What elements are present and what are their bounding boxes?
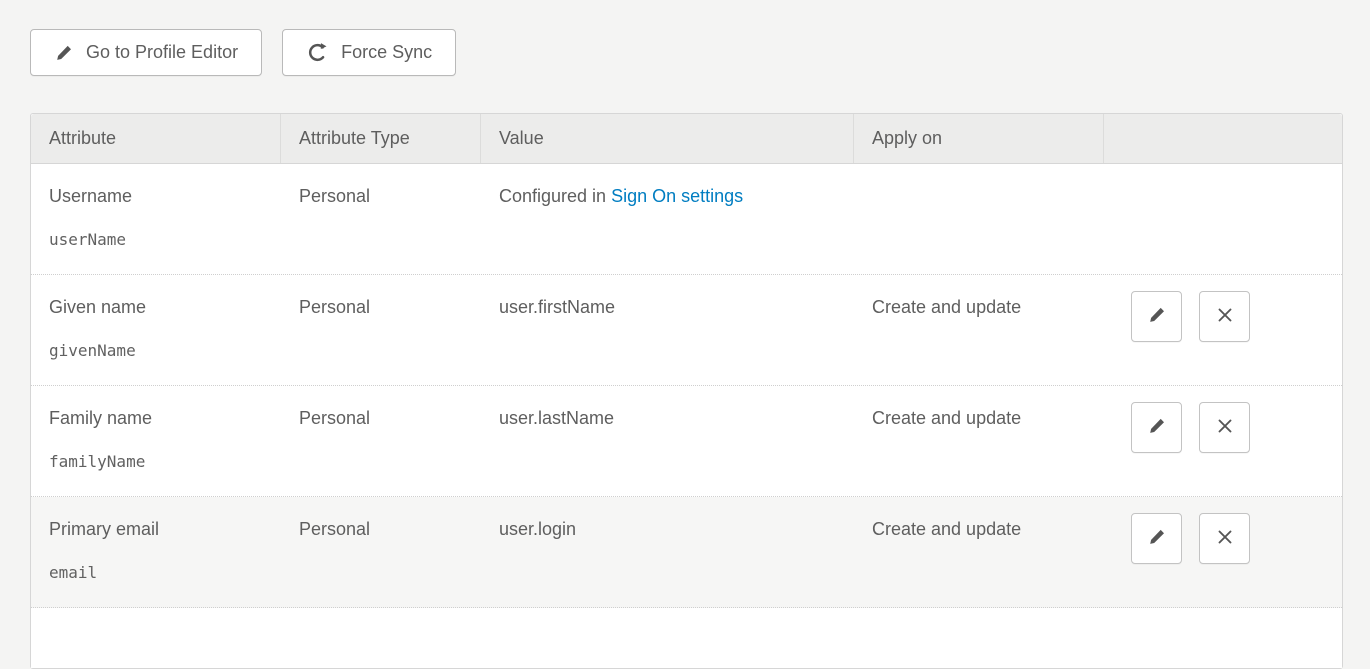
attribute-type-cell: Personal [281, 164, 481, 274]
attribute-variable-name: familyName [49, 452, 271, 471]
column-header-value: Value [481, 114, 854, 163]
pencil-icon [1147, 305, 1167, 328]
attribute-variable-name: givenName [49, 341, 271, 360]
edit-attribute-button[interactable] [1131, 402, 1182, 453]
force-sync-button[interactable]: Force Sync [282, 29, 456, 76]
attribute-cell: Family name familyName [31, 386, 281, 496]
attribute-type-cell: Personal [281, 386, 481, 496]
sign-on-settings-link[interactable]: Sign On settings [611, 186, 743, 206]
attribute-variable-name: userName [49, 230, 271, 249]
table-row-username: Username userName Personal Configured in… [31, 164, 1342, 275]
attribute-label: Given name [49, 297, 271, 318]
value-prefix-text: Configured in [499, 186, 611, 206]
delete-attribute-button[interactable] [1199, 291, 1250, 342]
edit-attribute-button[interactable] [1131, 513, 1182, 564]
toolbar: Go to Profile Editor Force Sync [30, 29, 456, 76]
attribute-label: Primary email [49, 519, 271, 540]
column-header-attribute: Attribute [31, 114, 281, 163]
column-header-actions [1104, 114, 1342, 163]
delete-attribute-button[interactable] [1199, 513, 1250, 564]
attribute-cell: Primary email email [31, 497, 281, 607]
pencil-icon [1147, 527, 1167, 550]
close-icon [1215, 305, 1235, 328]
value-cell: Configured in Sign On settings [481, 164, 854, 274]
column-header-attribute-type: Attribute Type [281, 114, 481, 163]
pencil-icon [54, 43, 74, 63]
attribute-type-cell: Personal [281, 497, 481, 607]
refresh-icon [306, 41, 329, 64]
value-cell: user.firstName [481, 275, 854, 385]
attribute-cell: Given name givenName [31, 275, 281, 385]
attribute-type-cell: Personal [281, 275, 481, 385]
apply-on-cell: Create and update [854, 275, 1104, 385]
apply-on-cell [854, 164, 1104, 274]
value-cell: user.lastName [481, 386, 854, 496]
force-sync-label: Force Sync [341, 42, 432, 63]
column-header-apply-on: Apply on [854, 114, 1104, 163]
actions-cell [1104, 164, 1342, 274]
actions-cell [1104, 275, 1342, 385]
actions-cell [1104, 497, 1342, 607]
table-row-primary-email: Primary email email Personal user.login … [31, 497, 1342, 608]
table-row-given-name: Given name givenName Personal user.first… [31, 275, 1342, 386]
actions-cell [1104, 386, 1342, 496]
attribute-label: Username [49, 186, 271, 207]
pencil-icon [1147, 416, 1167, 439]
table-row-family-name: Family name familyName Personal user.las… [31, 386, 1342, 497]
go-to-profile-editor-label: Go to Profile Editor [86, 42, 238, 63]
attribute-variable-name: email [49, 563, 271, 582]
attribute-mapping-table: Attribute Attribute Type Value Apply on … [30, 113, 1343, 669]
edit-attribute-button[interactable] [1131, 291, 1182, 342]
close-icon [1215, 527, 1235, 550]
apply-on-cell: Create and update [854, 386, 1104, 496]
attribute-cell: Username userName [31, 164, 281, 274]
value-cell: user.login [481, 497, 854, 607]
apply-on-cell: Create and update [854, 497, 1104, 607]
close-icon [1215, 416, 1235, 439]
attribute-label: Family name [49, 408, 271, 429]
go-to-profile-editor-button[interactable]: Go to Profile Editor [30, 29, 262, 76]
table-row-partial [31, 608, 1342, 668]
delete-attribute-button[interactable] [1199, 402, 1250, 453]
table-header-row: Attribute Attribute Type Value Apply on [31, 114, 1342, 164]
